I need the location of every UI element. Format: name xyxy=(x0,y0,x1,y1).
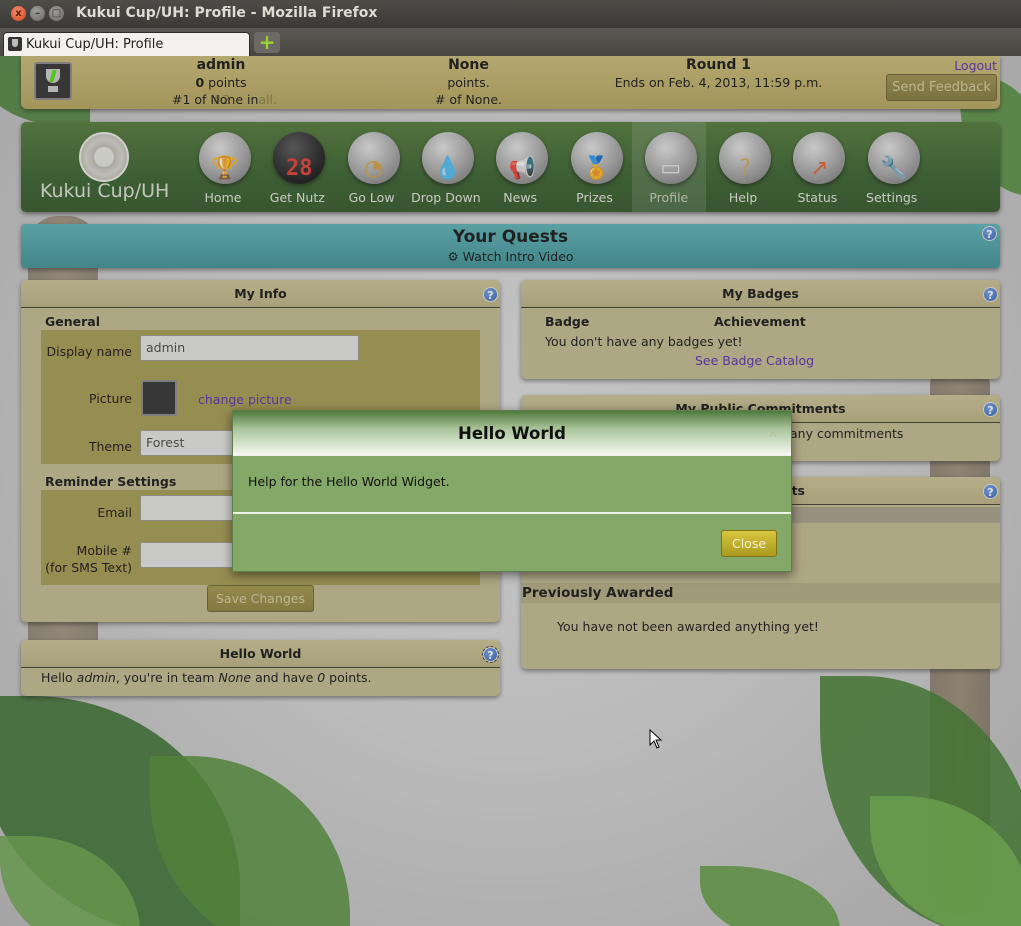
dialog-body: Help for the Hello World Widget. xyxy=(233,456,791,514)
dialog-header: Hello World x xyxy=(233,411,791,456)
window-minimize-button[interactable]: – xyxy=(30,6,45,21)
hello-world-dialog: Hello World x Help for the Hello World W… xyxy=(232,410,792,572)
tab-strip: Kukui Cup/UH: Profile xyxy=(0,28,1021,56)
window-close-button[interactable]: x xyxy=(11,6,26,21)
browser-tab[interactable]: Kukui Cup/UH: Profile xyxy=(3,32,250,56)
mouse-cursor-icon xyxy=(649,729,663,749)
dialog-close-button[interactable]: Close xyxy=(721,530,777,557)
new-tab-button[interactable]: + xyxy=(254,32,280,53)
dialog-close-x-icon[interactable]: x xyxy=(769,411,777,456)
window-title: Kukui Cup/UH: Profile - Mozilla Firefox xyxy=(76,5,378,21)
window-maximize-button[interactable]: □ xyxy=(49,6,64,21)
dialog-title: Hello World xyxy=(458,424,566,443)
window-titlebar: x – □ Kukui Cup/UH: Profile - Mozilla Fi… xyxy=(0,0,1021,28)
browser-tab-label: Kukui Cup/UH: Profile xyxy=(26,37,164,52)
trophy-favicon-icon xyxy=(8,37,22,51)
